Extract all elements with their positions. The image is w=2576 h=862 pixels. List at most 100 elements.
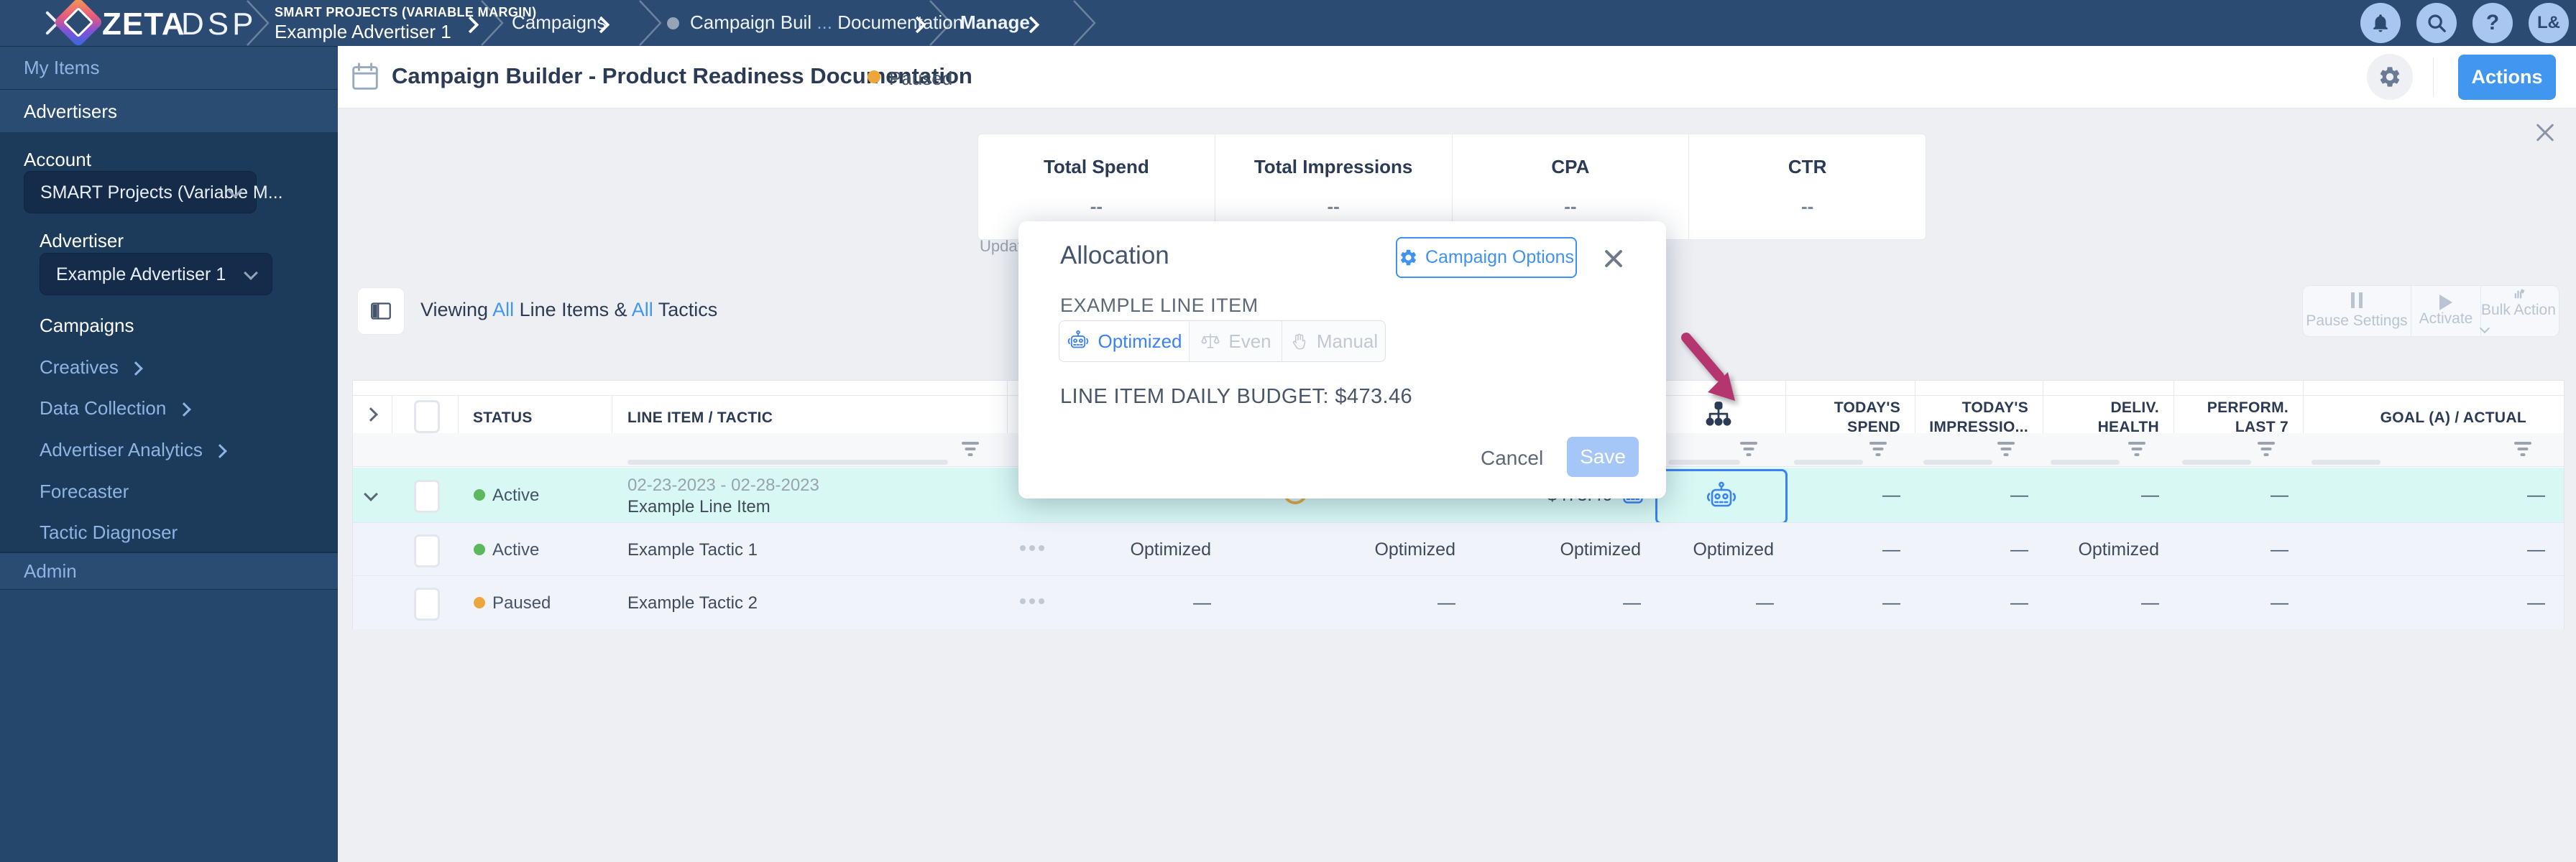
segment-label: Even	[1228, 330, 1271, 352]
sidebar-item-advertiser-analytics[interactable]: Advertiser Analytics	[40, 439, 228, 461]
allocation-cell-selected[interactable]	[1655, 469, 1788, 524]
column-header-todays-spend[interactable]: TODAY'S SPEND	[1793, 398, 1900, 437]
chevron-down-icon	[2479, 323, 2490, 334]
scrollbar-thumb[interactable]	[2051, 460, 2120, 465]
viewing-all-tactics-link[interactable]: All	[632, 299, 653, 320]
scrollbar-thumb[interactable]	[2182, 460, 2251, 465]
segment-even[interactable]: Even	[1189, 321, 1282, 361]
scrollbar-thumb[interactable]	[1794, 460, 1863, 465]
table-row-tactic[interactable]: Paused Example Tactic 2 — — — — — — — — …	[353, 575, 2564, 629]
account-label: Account	[24, 149, 91, 170]
column-header-todays-impressions[interactable]: TODAY'S IMPRESSIO...	[1920, 398, 2028, 437]
row-checkbox[interactable]	[414, 480, 440, 513]
row-menu-icon[interactable]	[1020, 544, 1049, 552]
sidebar-item-data-collection[interactable]: Data Collection	[40, 397, 191, 420]
segment-manual[interactable]: Manual	[1282, 321, 1385, 361]
help-button[interactable]: ?	[2472, 3, 2513, 43]
sidebar-item-admin-label[interactable]: Admin	[24, 560, 77, 583]
sidebar-item-advertisers-label[interactable]: Advertisers	[24, 101, 117, 123]
robot-optimized-icon	[1704, 480, 1739, 514]
cell-deliv-health: —	[2141, 485, 2159, 505]
cell-todays-spend: —	[1882, 539, 1900, 560]
modal-title: Allocation	[1060, 241, 1169, 269]
breadcrumb-advertiser[interactable]: Example Advertiser 1	[275, 21, 451, 43]
scrollbar-thumb[interactable]	[1668, 460, 1740, 465]
cell-mid: Optimized	[1130, 539, 1211, 560]
segment-optimized[interactable]: Optimized	[1059, 321, 1189, 361]
pause-settings-button[interactable]: Pause Settings	[2303, 286, 2411, 336]
column-settings-button[interactable]	[357, 287, 405, 335]
page-title: Campaign Builder - Product Readiness Doc…	[392, 63, 972, 88]
expand-all-icon[interactable]	[364, 407, 378, 422]
stat-value: --	[1564, 195, 1577, 217]
save-button[interactable]: Save	[1567, 437, 1639, 477]
table-row-tactic[interactable]: Active Example Tactic 1 Optimized Optimi…	[353, 522, 2564, 576]
filter-icon[interactable]	[2127, 442, 2147, 459]
filter-icon[interactable]	[2513, 442, 2533, 459]
sidebar-item-tactic-diagnoser[interactable]: Tactic Diagnoser	[40, 522, 178, 544]
select-all-checkbox[interactable]	[414, 400, 440, 433]
campaign-options-label: Campaign Options	[1425, 247, 1575, 267]
pause-icon	[2349, 292, 2365, 312]
column-header-perform-last7[interactable]: PERFORM. LAST 7	[2181, 398, 2288, 437]
campaign-options-button[interactable]: Campaign Options	[1396, 237, 1577, 278]
sidebar-item-campaigns[interactable]: Campaigns	[40, 315, 134, 337]
viewing-mid: Line Items &	[519, 299, 627, 320]
cell-perform-last7: —	[2271, 539, 2288, 560]
cell-todays-spend: —	[1882, 593, 1900, 613]
breadcrumb-campaigns[interactable]: Campaigns	[512, 11, 607, 34]
sidebar-item-creatives[interactable]: Creatives	[40, 356, 143, 379]
close-banner-icon[interactable]	[2533, 121, 2557, 145]
nav-label: Tactic Diagnoser	[40, 522, 178, 543]
filter-icon[interactable]	[1739, 442, 1759, 459]
breadcrumb-separator	[247, 0, 270, 46]
advertiser-select[interactable]: Example Advertiser 1	[40, 253, 272, 295]
chevron-right-icon	[213, 444, 228, 458]
chevron-right-icon	[129, 361, 143, 376]
column-header-status[interactable]: STATUS	[473, 408, 533, 427]
scrollbar-thumb[interactable]	[627, 460, 948, 465]
avatar[interactable]: L&	[2529, 3, 2569, 43]
row-name: Example Tactic 2	[627, 593, 758, 613]
row-checkbox[interactable]	[414, 534, 440, 567]
account-select-value: SMART Projects (Variable M...	[40, 182, 283, 203]
cancel-button[interactable]: Cancel	[1481, 447, 1543, 470]
filter-icon[interactable]	[2256, 442, 2276, 459]
row-name: Example Line Item	[627, 497, 770, 516]
row-checkbox[interactable]	[414, 588, 440, 621]
column-header-deliv-health[interactable]: DELIV. HEALTH	[2050, 398, 2159, 437]
sidebar-item-my-items-label[interactable]: My Items	[24, 57, 99, 79]
breadcrumb-separator	[481, 0, 504, 46]
collapse-row-icon[interactable]	[364, 487, 378, 501]
filter-icon[interactable]	[960, 442, 980, 459]
cell-todays-impressions: —	[2010, 539, 2028, 560]
row-menu-icon[interactable]	[1020, 597, 1049, 606]
filter-icon[interactable]	[1868, 442, 1888, 459]
stat-value: --	[1327, 195, 1340, 217]
allocation-segmented-control: Optimized Even Manual	[1059, 320, 1386, 362]
modal-line-item-name: EXAMPLE LINE ITEM	[1060, 295, 1259, 316]
sidebar-item-forecaster[interactable]: Forecaster	[40, 481, 129, 503]
active-status-dot	[474, 489, 485, 501]
account-select[interactable]: SMART Projects (Variable M...	[24, 171, 283, 213]
close-modal-icon[interactable]	[1602, 247, 1625, 270]
breadcrumb-manage[interactable]: Manage	[960, 11, 1030, 34]
column-header-goal-actual[interactable]: GOAL (A) / ACTUAL	[2303, 408, 2545, 427]
paused-status-dot	[474, 597, 485, 608]
search-button[interactable]	[2416, 3, 2457, 43]
viewing-all-line-items-link[interactable]: All	[492, 299, 514, 320]
column-header-line-item[interactable]: LINE ITEM / TACTIC	[627, 408, 773, 427]
stat-label: CTR	[1788, 156, 1827, 177]
actions-button[interactable]: Actions	[2458, 55, 2556, 100]
daily-budget-label: LINE ITEM DAILY BUDGET: $473.46	[1060, 385, 1413, 408]
row-date-range: 02-23-2023 - 02-28-2023	[627, 476, 819, 495]
filter-icon[interactable]	[1996, 442, 2016, 459]
activate-button[interactable]: Activate	[2411, 286, 2480, 336]
bulk-action-button[interactable]: Bulk Action	[2479, 286, 2559, 336]
scrollbar-thumb[interactable]	[2312, 460, 2380, 465]
scrollbar-thumb[interactable]	[1923, 460, 1992, 465]
settings-button[interactable]	[2367, 54, 2413, 100]
cell-allocation: —	[1756, 593, 1774, 613]
bulk-action-label: Bulk Action	[2479, 302, 2559, 336]
notifications-button[interactable]	[2360, 3, 2401, 43]
